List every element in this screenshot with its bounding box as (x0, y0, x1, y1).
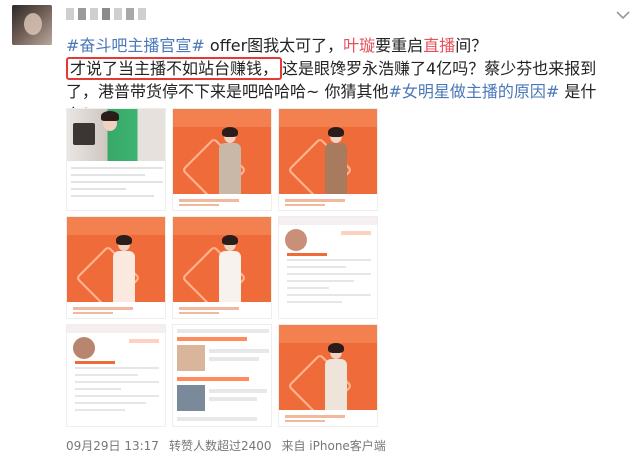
post-meta: 09月29日 13:17 转赞人数超过2400 来自 iPhone客户端 (66, 437, 586, 454)
post-text-segment: offer图我太可了， (204, 36, 344, 55)
avatar[interactable] (12, 5, 52, 45)
more-icon[interactable] (616, 10, 630, 20)
image-tile[interactable] (278, 216, 378, 319)
image-tile[interactable] (66, 216, 166, 319)
image-tile[interactable] (172, 216, 272, 319)
post-text-segment: 间？ (455, 36, 488, 55)
highlighted-text: 才说了当主播不如站台赚钱， (66, 57, 283, 80)
image-tile[interactable] (172, 324, 272, 427)
image-tile[interactable] (66, 324, 166, 427)
image-grid (66, 108, 382, 430)
keyword-link[interactable]: 叶璇 (343, 36, 375, 55)
post-header (0, 0, 640, 45)
hashtag-link[interactable]: #女明星做主播的原因# (389, 82, 560, 101)
post-date[interactable]: 09月29日 13:17 (66, 439, 159, 453)
masked-username[interactable] (66, 8, 166, 22)
image-tile[interactable] (278, 324, 378, 427)
hashtag-link[interactable]: #奋斗吧主播官宣# (66, 36, 205, 55)
repost-count: 转赞人数超过2400 (168, 439, 272, 453)
post-source[interactable]: 来自 iPhone客户端 (281, 439, 385, 453)
image-tile[interactable] (66, 108, 166, 211)
keyword-link[interactable]: 直播 (423, 36, 455, 55)
image-tile[interactable] (172, 108, 272, 211)
image-tile[interactable] (278, 108, 378, 211)
post-text-segment: 要重启 (375, 36, 424, 55)
